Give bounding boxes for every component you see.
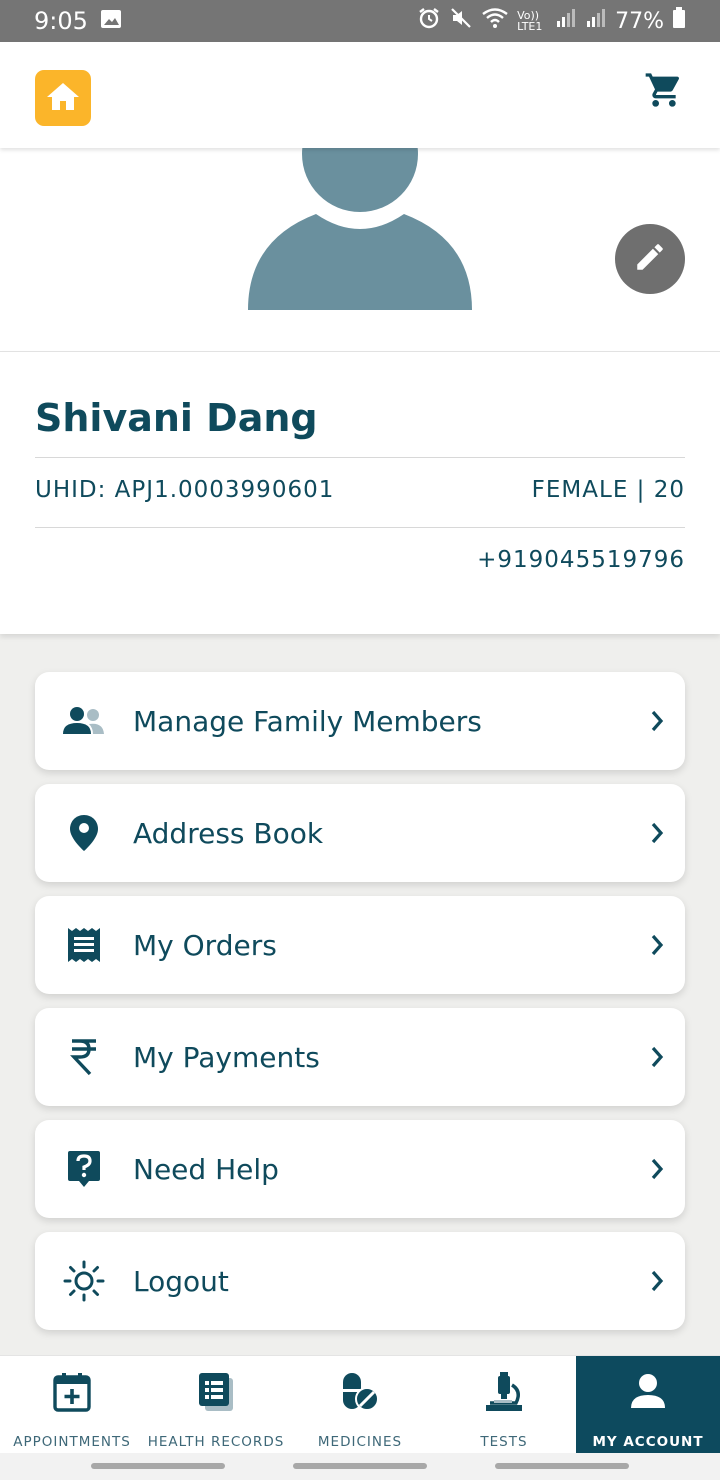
home-button[interactable] — [35, 70, 91, 126]
gender-age-text: FEMALE | 20 — [531, 477, 685, 503]
cart-button[interactable] — [644, 70, 684, 110]
receipt-icon — [35, 896, 133, 994]
profile-name: Shivani Dang — [35, 396, 318, 440]
chevron-right-icon — [629, 822, 685, 844]
chevron-right-icon — [629, 1158, 685, 1180]
tab-medicines[interactable]: MEDICINES — [288, 1356, 432, 1454]
home-icon — [46, 81, 80, 115]
tab-label: APPOINTMENTS — [13, 1434, 131, 1450]
records-icon — [194, 1370, 238, 1414]
menu-item-address-book[interactable]: Address Book — [35, 784, 685, 882]
network-label: Vo)) LTE1 — [517, 9, 543, 33]
alarm-icon — [417, 6, 441, 36]
person-icon — [626, 1370, 670, 1414]
pencil-icon — [633, 240, 667, 278]
edit-profile-button[interactable] — [615, 224, 685, 294]
pill-icon — [338, 1370, 382, 1414]
chevron-right-icon — [629, 1046, 685, 1068]
logout-icon — [35, 1232, 133, 1330]
menu-label: Manage Family Members — [133, 704, 482, 738]
tab-my-account[interactable]: MY ACCOUNT — [576, 1356, 720, 1454]
avatar — [248, 148, 472, 310]
profile-card: Shivani Dang UHID: APJ1.0003990601 FEMAL… — [0, 352, 720, 634]
tab-label: HEALTH RECORDS — [147, 1434, 285, 1450]
rupee-icon — [35, 1008, 133, 1106]
tab-label: MY ACCOUNT — [592, 1434, 704, 1450]
uhid-text: UHID: APJ1.0003990601 — [35, 477, 335, 503]
chevron-right-icon — [629, 934, 685, 956]
menu-item-need-help[interactable]: Need Help — [35, 1120, 685, 1218]
gallery-icon — [100, 7, 122, 35]
family-icon — [35, 672, 133, 770]
menu-label: My Payments — [133, 1040, 320, 1074]
divider — [35, 457, 685, 458]
tab-tests[interactable]: TESTS — [432, 1356, 576, 1454]
wifi-icon — [481, 7, 509, 35]
help-icon — [35, 1120, 133, 1218]
menu-label: Need Help — [133, 1152, 279, 1186]
gesture-pill[interactable] — [495, 1463, 629, 1469]
cart-icon — [644, 73, 684, 114]
gesture-bar — [0, 1453, 720, 1480]
menu-item-manage-family[interactable]: Manage Family Members — [35, 672, 685, 770]
calendar-plus-icon — [50, 1370, 94, 1414]
menu-item-my-orders[interactable]: My Orders — [35, 896, 685, 994]
tab-health-records[interactable]: HEALTH RECORDS — [144, 1356, 288, 1454]
menu-item-logout[interactable]: Logout — [35, 1232, 685, 1330]
location-pin-icon — [35, 784, 133, 882]
gesture-pill[interactable] — [293, 1463, 427, 1469]
tab-label: TESTS — [480, 1434, 528, 1450]
avatar-section — [0, 148, 720, 352]
bottom-nav: APPOINTMENTS HEALTH RECORDS MEDICINES TE… — [0, 1355, 720, 1454]
tab-appointments[interactable]: APPOINTMENTS — [0, 1356, 144, 1454]
battery-icon — [672, 7, 686, 35]
status-bar: 9:05 Vo)) LTE1 77% — [0, 0, 720, 42]
status-time: 9:05 — [34, 7, 88, 35]
phone-number: +919045519796 — [477, 547, 685, 573]
divider — [35, 527, 685, 528]
menu-label: Logout — [133, 1264, 229, 1298]
gesture-pill[interactable] — [91, 1463, 225, 1469]
status-icons: Vo)) LTE1 77% — [417, 6, 686, 36]
mute-icon — [449, 6, 473, 36]
chevron-right-icon — [629, 710, 685, 732]
battery-percent: 77% — [615, 8, 664, 34]
signal-icon — [555, 7, 577, 35]
menu-label: Address Book — [133, 816, 324, 850]
chevron-right-icon — [629, 1270, 685, 1292]
microscope-icon — [482, 1370, 526, 1414]
menu-label: My Orders — [133, 928, 277, 962]
app-header — [0, 42, 720, 148]
signal-icon — [585, 7, 607, 35]
menu-item-my-payments[interactable]: My Payments — [35, 1008, 685, 1106]
tab-label: MEDICINES — [317, 1434, 403, 1450]
